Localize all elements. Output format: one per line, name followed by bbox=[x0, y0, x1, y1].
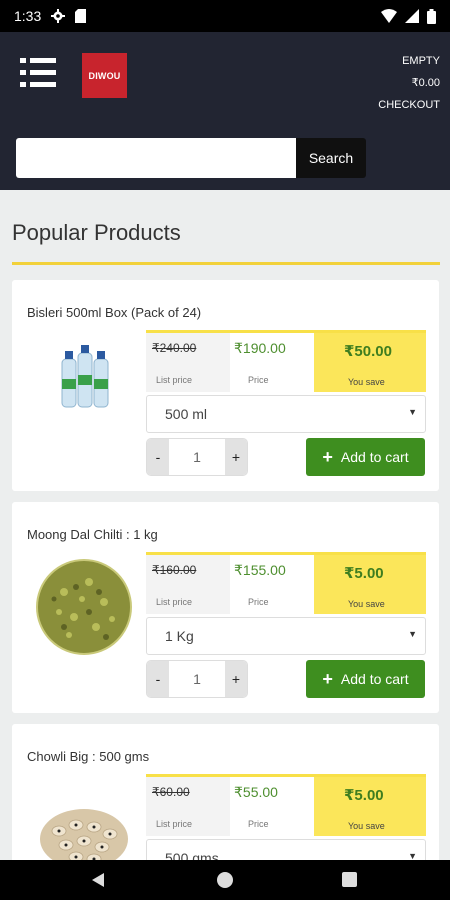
variant-value: 500 gms bbox=[165, 850, 219, 860]
cart-total: ₹0.00 bbox=[411, 77, 440, 89]
system-nav-bar bbox=[0, 860, 450, 900]
product-card: Moong Dal Chilti : 1 kg ₹160.00 List pric… bbox=[12, 502, 439, 713]
section-title: Popular Products bbox=[12, 220, 181, 245]
search-button[interactable]: Search bbox=[296, 138, 366, 178]
increase-button[interactable]: + bbox=[225, 661, 247, 697]
checkout-link[interactable]: CHECKOUT bbox=[378, 94, 440, 116]
variant-value: 1 Kg bbox=[165, 628, 194, 644]
sale-price: ₹190.00 bbox=[234, 340, 286, 356]
status-time: 1:33 bbox=[14, 8, 42, 24]
brand-logo[interactable]: DIWOU bbox=[82, 53, 127, 98]
moong-dal-image[interactable] bbox=[34, 557, 134, 657]
caret-down-icon: ▼ bbox=[408, 407, 417, 417]
list-price-label: List price bbox=[156, 597, 193, 607]
quantity-stepper: - 1 + bbox=[146, 438, 248, 476]
plus-icon: + bbox=[322, 669, 333, 689]
add-to-cart-label: Add to cart bbox=[340, 449, 409, 465]
increase-button[interactable]: + bbox=[225, 439, 247, 475]
product-name[interactable]: Chowli Big : 500 gms bbox=[27, 749, 149, 764]
price-box: ₹60.00 List price ₹55.00 Price ₹5.00 You sa… bbox=[146, 774, 426, 836]
wifi-icon bbox=[381, 9, 397, 23]
savings-label: You save bbox=[348, 599, 385, 609]
savings-amount: ₹50.00 bbox=[344, 343, 392, 360]
list-price: ₹240.00 bbox=[152, 341, 197, 355]
sale-price: ₹155.00 bbox=[234, 562, 286, 578]
app-header: DIWOU EMPTY ₹0.00 CHECKOUT bbox=[0, 32, 450, 126]
recents-icon[interactable] bbox=[342, 872, 357, 887]
add-to-cart-label: Add to cart bbox=[340, 671, 409, 687]
chowli-beans-image[interactable] bbox=[34, 779, 134, 860]
add-to-cart-button[interactable]: + Add to cart bbox=[306, 660, 425, 698]
cart-state: EMPTY bbox=[402, 55, 440, 67]
price-label: Price bbox=[248, 375, 269, 385]
decrease-button[interactable]: - bbox=[147, 439, 169, 475]
list-price-label: List price bbox=[156, 819, 193, 829]
price-label: Price bbox=[248, 597, 269, 607]
menu-icon[interactable] bbox=[20, 58, 56, 88]
variant-value: 500 ml bbox=[165, 406, 208, 422]
savings-label: You save bbox=[348, 821, 385, 831]
savings-label: You save bbox=[348, 377, 385, 387]
plus-icon: + bbox=[322, 447, 333, 467]
list-price-label: List price bbox=[156, 375, 193, 385]
status-bar: 1:33 bbox=[0, 0, 450, 32]
sd-card-icon bbox=[75, 9, 87, 23]
product-name[interactable]: Bisleri 500ml Box (Pack of 24) bbox=[27, 305, 201, 320]
price-box: ₹160.00 List price ₹155.00 Price ₹5.00 You … bbox=[146, 552, 426, 614]
search-bar: Search bbox=[0, 126, 450, 190]
caret-down-icon: ▼ bbox=[408, 629, 417, 639]
water-bottles-image[interactable] bbox=[34, 335, 134, 435]
decrease-button[interactable]: - bbox=[147, 661, 169, 697]
variant-select[interactable]: 500 ml ▼ bbox=[146, 395, 426, 433]
price-label: Price bbox=[248, 819, 269, 829]
product-name[interactable]: Moong Dal Chilti : 1 kg bbox=[27, 527, 158, 542]
home-icon[interactable] bbox=[217, 872, 233, 888]
main-content: Popular Products Bisleri 500ml Box (Pack… bbox=[0, 190, 450, 860]
sale-price: ₹55.00 bbox=[234, 784, 278, 800]
battery-icon bbox=[427, 8, 436, 24]
back-icon[interactable] bbox=[92, 873, 104, 887]
variant-select[interactable]: 500 gms ▼ bbox=[146, 839, 426, 860]
cart-summary[interactable]: EMPTY ₹0.00 CHECKOUT bbox=[378, 50, 440, 116]
savings-amount: ₹5.00 bbox=[344, 787, 384, 804]
price-box: ₹240.00 List price ₹190.00 Price ₹50.00 You… bbox=[146, 330, 426, 392]
signal-icon bbox=[405, 9, 419, 23]
product-card: Chowli Big : 500 gms ₹60.00 List price ₹5… bbox=[12, 724, 439, 860]
list-price: ₹160.00 bbox=[152, 563, 197, 577]
list-price: ₹60.00 bbox=[152, 785, 190, 799]
title-divider bbox=[12, 262, 440, 265]
quantity-value[interactable]: 1 bbox=[169, 661, 225, 697]
add-to-cart-button[interactable]: + Add to cart bbox=[306, 438, 425, 476]
product-card: Bisleri 500ml Box (Pack of 24) ₹240.00 Li… bbox=[12, 280, 439, 491]
search-input[interactable] bbox=[16, 138, 296, 178]
settings-icon bbox=[51, 9, 66, 23]
caret-down-icon: ▼ bbox=[408, 851, 417, 860]
variant-select[interactable]: 1 Kg ▼ bbox=[146, 617, 426, 655]
logo-text: DIWOU bbox=[88, 70, 121, 81]
quantity-value[interactable]: 1 bbox=[169, 439, 225, 475]
quantity-stepper: - 1 + bbox=[146, 660, 248, 698]
savings-amount: ₹5.00 bbox=[344, 565, 384, 582]
